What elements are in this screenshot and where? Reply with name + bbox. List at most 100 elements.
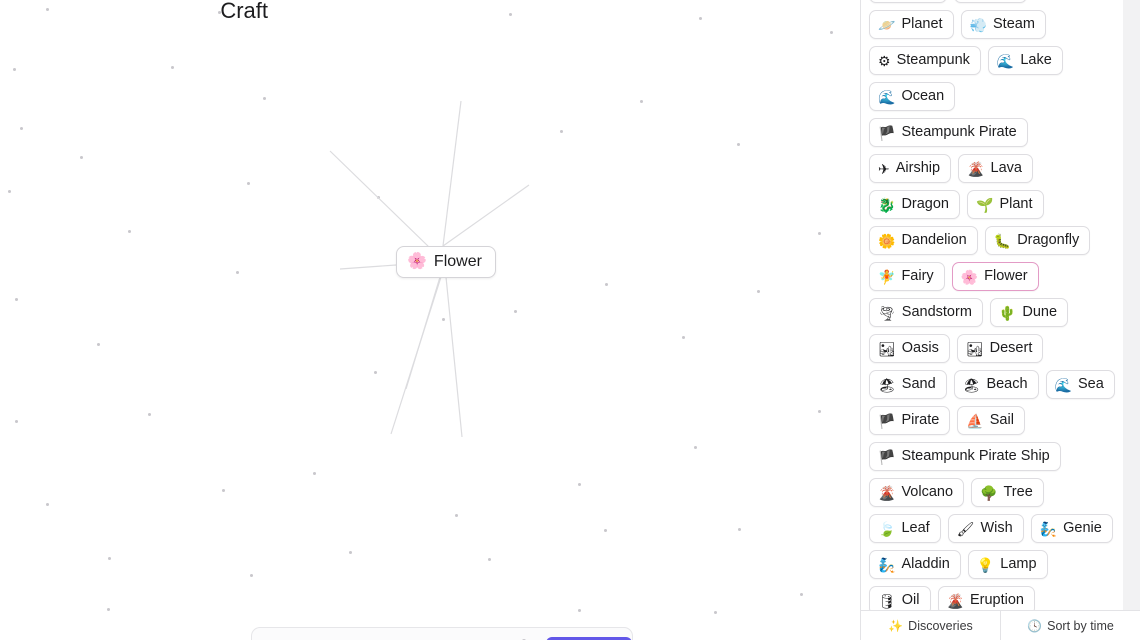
sidebar-item-dragonfly[interactable]: 🐛 Dragonfly [984, 226, 1091, 255]
sidebar-item-ocean[interactable]: 🌊 Ocean [869, 82, 956, 111]
sidebar-item-pirate[interactable]: 🏴 Pirate [869, 406, 951, 435]
sidebar-item-oasis[interactable]: 🏜 Oasis [869, 334, 950, 363]
canvas-node-label: Flower [433, 253, 482, 270]
sidebar-item-beach[interactable]: 🏖 Beach [953, 370, 1039, 399]
sidebar-item-label: Fairy [901, 268, 934, 284]
sidebar-item-label: Dragonfly [1017, 232, 1080, 248]
discoveries-button[interactable]: ✨ Discoveries [861, 611, 1000, 640]
crafting-canvas[interactable]: 🌸 Flower [0, 0, 860, 640]
sidebar-item-sea[interactable]: 🌊 Sea [1045, 370, 1115, 399]
sidebar-item-eruption[interactable]: 🌋 Eruption [937, 586, 1035, 610]
sidebar-item-label: Dragon [901, 196, 949, 212]
sidebar-bottom-bar: ✨ Discoveries 🕓 Sort by time [861, 610, 1140, 640]
sidebar-item-steampunk-pirate[interactable]: 🏴 Steampunk Pirate [869, 118, 1028, 147]
sidebar-item-volcano[interactable]: 🌋 Volcano [869, 478, 965, 507]
clock-icon: 🕓 [1027, 618, 1043, 633]
sidebar-item-label: Pirate [901, 412, 940, 428]
volcano-icon: 🌋 [946, 592, 964, 609]
sidebar-item-desert[interactable]: 🏜 Desert [956, 334, 1044, 363]
items-scroll-area[interactable]: 🌍Earth💨Dust🪐Planet💨Steam⚙Steampunk🌊Lake🌊… [861, 0, 1140, 610]
sidebar-item-dune[interactable]: 🌵 Dune [989, 298, 1069, 327]
flower-icon: 🌸 [960, 268, 979, 285]
tree-icon: 🌳 [980, 484, 998, 501]
sidebar-item-leaf[interactable]: 🍃 Leaf [869, 514, 941, 543]
link-line [445, 276, 463, 438]
sidebar-item-lava[interactable]: 🌋 Lava [958, 154, 1033, 183]
bottom-dialog-partial[interactable] [251, 627, 633, 640]
sidebar-item-label: Sandstorm [901, 304, 972, 320]
lightbulb-icon: 💡 [976, 556, 995, 573]
beach-icon: 🏖 [962, 376, 981, 393]
sidebar-item-label: Wish [980, 520, 1013, 536]
sidebar-item-lake[interactable]: 🌊 Lake [987, 46, 1063, 75]
sidebar-item-label: Sea [1078, 376, 1104, 392]
sidebar-item-label: Sail [989, 412, 1014, 428]
sidebar-item-earth[interactable]: 🌍Earth [869, 0, 948, 3]
sort-by-time-button[interactable]: 🕓 Sort by time [1000, 611, 1140, 640]
sidebar-item-label: Steam [993, 16, 1035, 32]
sidebar-item-plant[interactable]: 🌱 Plant [967, 190, 1044, 219]
sidebar-item-sail[interactable]: ⛵ Sail [957, 406, 1025, 435]
genie-icon: 🧞 [1039, 520, 1058, 537]
sidebar-item-label: Aladdin [901, 556, 950, 572]
dragon-icon: 🐉 [878, 196, 896, 213]
desert-icon: 🏜 [965, 340, 984, 357]
sidebar-item-label: Ocean [901, 88, 945, 104]
sidebar-item-label: Tree [1003, 484, 1033, 500]
lake-wave-icon: 🌊 [996, 52, 1015, 69]
canvas-node-flower[interactable]: 🌸 Flower [396, 246, 496, 278]
items-sidebar: Craft 🌍Earth 💨Dust 🪐 Planet 💨 Steam ⚙ Steampunk… [220, 0, 1140, 640]
sidebar-item-steam[interactable]: 💨 Steam [960, 10, 1046, 39]
sidebar-item-planet[interactable]: 🪐 Planet [869, 10, 954, 39]
sidebar-item-steampunk[interactable]: ⚙ Steampunk [869, 46, 981, 75]
link-line [329, 150, 431, 249]
sidebar-item-sand[interactable]: 🏖 Sand [869, 370, 947, 399]
caterpillar-icon: 🐛 [993, 232, 1012, 249]
pirate-flag-icon: 🏴 [878, 448, 896, 465]
sidebar-item-dragon[interactable]: 🐉 Dragon [869, 190, 960, 219]
sidebar-item-oil[interactable]: 🛢 Oil [869, 586, 931, 610]
sidebar-item-label: Steampunk [896, 52, 970, 68]
sidebar-item-label: Steampunk Pirate Ship [901, 448, 1050, 464]
wand-icon: 🖌 [956, 520, 975, 537]
ocean-wave-icon: 🌊 [878, 88, 896, 105]
sidebar-item-genie[interactable]: 🧞 Genie [1030, 514, 1113, 543]
sidebar-item-wish[interactable]: 🖌 Wish [947, 514, 1024, 543]
volcano-icon: 🌋 [967, 160, 985, 177]
tornado-icon: 🌪 [878, 304, 896, 321]
sidebar-item-lamp[interactable]: 💡 Lamp [967, 550, 1048, 579]
sidebar-item-aladdin[interactable]: 🧞 Aladdin [869, 550, 961, 579]
link-line [442, 100, 462, 247]
link-lines [329, 100, 530, 438]
sidebar-scrollbar[interactable] [1123, 0, 1140, 610]
sidebar-item-flower[interactable]: 🌸 Flower [951, 262, 1039, 291]
blossom-icon: 🌼 [878, 232, 896, 249]
beach-icon: 🏖 [878, 376, 896, 393]
sidebar-item-label: Desert [989, 340, 1033, 356]
sidebar-item-dust[interactable]: 💨Dust [954, 0, 1028, 3]
sidebar-item-label: Planet [901, 16, 943, 32]
sidebar-item-steampunk-pirate-ship[interactable]: 🏴 Steampunk Pirate Ship [869, 442, 1061, 471]
sidebar-item-fairy[interactable]: 🧚 Fairy [869, 262, 945, 291]
items-list: 🌍Earth💨Dust🪐Planet💨Steam⚙Steampunk🌊Lake🌊… [869, 0, 1115, 610]
sidebar-item-airship[interactable]: ✈ Airship [869, 154, 952, 183]
sidebar-item-label: Airship [895, 160, 941, 176]
sidebar-item-label: Lamp [1000, 556, 1037, 572]
oil-drum-icon: 🛢 [878, 592, 896, 609]
sidebar-item-label: Oasis [901, 340, 939, 356]
sidebar-item-label: Oil [901, 592, 920, 608]
sidebar-item-dandelion[interactable]: 🌼 Dandelion [869, 226, 978, 255]
sidebar-item-label: Plant [999, 196, 1033, 212]
cactus-icon: 🌵 [998, 304, 1017, 321]
sidebar-item-label: Leaf [901, 520, 930, 536]
sidebar-item-sandstorm[interactable]: 🌪 Sandstorm [869, 298, 983, 327]
sidebar-item-label: Beach [986, 376, 1028, 392]
sidebar-item-label: Eruption [969, 592, 1024, 608]
sparkles-icon: ✨ [888, 618, 904, 633]
leaf-icon: 🍃 [878, 520, 896, 537]
fairy-icon: 🧚 [878, 268, 896, 285]
steam-icon: 💨 [969, 16, 987, 33]
sidebar-item-tree[interactable]: 🌳 Tree [971, 478, 1044, 507]
desert-icon: 🏜 [878, 340, 896, 357]
sidebar-item-label: Volcano [901, 484, 954, 500]
